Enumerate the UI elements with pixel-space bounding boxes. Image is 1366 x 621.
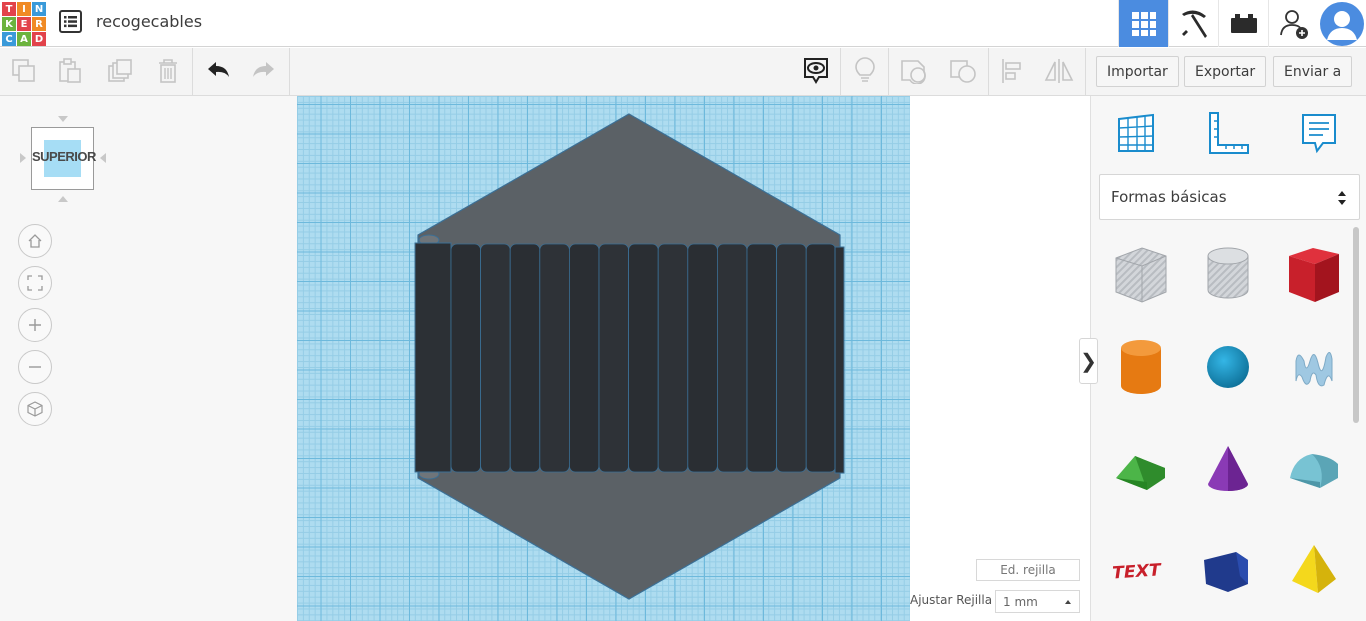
design-title[interactable]: recogecables	[96, 12, 202, 31]
cylinder-shape[interactable]	[1111, 334, 1171, 400]
logo-letter: K	[2, 17, 16, 31]
box-hole-shape[interactable]	[1111, 240, 1171, 306]
mirror-icon[interactable]	[1036, 48, 1082, 94]
lightbulb-icon[interactable]	[842, 48, 888, 94]
box-shape[interactable]	[1284, 240, 1344, 306]
cylinder-ridge	[509, 243, 541, 473]
round-roof-shape[interactable]	[1284, 436, 1344, 502]
shape-category-value: Formas básicas	[1111, 188, 1227, 206]
design-list-icon[interactable]	[59, 10, 82, 33]
cylinder-ridge	[657, 243, 689, 473]
bricks-icon[interactable]	[1218, 0, 1268, 47]
sphere-shape[interactable]	[1198, 334, 1258, 400]
chevron-right-icon: ❯	[1080, 350, 1097, 373]
cylinder-hole-shape[interactable]	[1198, 240, 1258, 306]
toolbar-separator	[840, 48, 841, 95]
copy-icon[interactable]	[1, 48, 47, 94]
collapse-panel-toggle[interactable]: ❯	[1079, 338, 1098, 384]
export-button[interactable]: Exportar	[1184, 56, 1267, 87]
roof-shape[interactable]	[1111, 436, 1171, 502]
perspective-icon[interactable]	[18, 392, 52, 426]
shapes-panel: Formas básicas TEXT	[1090, 96, 1366, 621]
toolbar-separator	[888, 48, 889, 95]
view-controls-panel: SUPERIOR	[0, 96, 297, 621]
workplane-tool-icon[interactable]	[1112, 108, 1160, 158]
user-avatar[interactable]	[1318, 0, 1366, 47]
prism-shape[interactable]	[1198, 536, 1258, 602]
view-cube[interactable]: SUPERIOR	[31, 127, 96, 190]
logo-letter: C	[2, 32, 16, 46]
canvas-right-area	[910, 96, 1090, 621]
app-root: T I N K E R C A D recogecables Importar …	[0, 0, 1366, 621]
cylinder-ridge	[450, 243, 482, 473]
shape-category-select[interactable]: Formas básicas	[1099, 174, 1360, 220]
align-icon[interactable]	[989, 48, 1035, 94]
select-arrows-icon	[1338, 191, 1346, 205]
logo-letter: E	[17, 17, 31, 31]
shapes-scrollbar[interactable]	[1353, 227, 1359, 423]
delete-icon[interactable]	[145, 48, 191, 94]
rotate-right-arrow-icon[interactable]	[100, 153, 106, 163]
redo-icon[interactable]	[241, 48, 287, 94]
group-icon[interactable]	[891, 48, 937, 94]
cylinder-ridge	[539, 243, 570, 473]
dropdown-arrow-icon	[1065, 600, 1071, 604]
top-bar: T I N K E R C A D recogecables	[0, 0, 1366, 47]
cylinder-ridge	[628, 243, 659, 473]
logo-letter: N	[32, 2, 46, 16]
cylinder-ridge	[480, 243, 511, 473]
pickaxe-icon[interactable]	[1168, 0, 1218, 47]
paste-icon[interactable]	[47, 48, 93, 94]
rotate-left-arrow-icon[interactable]	[20, 153, 26, 163]
snap-grid-value: 1 mm	[1003, 594, 1038, 609]
logo-letter: I	[17, 2, 31, 16]
ungroup-icon[interactable]	[940, 48, 986, 94]
snap-grid-select[interactable]: 1 mm	[995, 590, 1080, 613]
cylinder-ridge	[716, 243, 748, 473]
undo-icon[interactable]	[195, 48, 241, 94]
cylinder-ridge	[746, 243, 778, 473]
svg-text:TEXT: TEXT	[1113, 560, 1162, 583]
cylinder-ridge	[568, 243, 600, 473]
notes-tool-icon[interactable]	[1295, 108, 1343, 158]
logo-letter: A	[17, 32, 31, 46]
toolbar-separator	[1085, 48, 1086, 95]
pyramid-shape[interactable]	[1284, 536, 1344, 602]
cylinder-ridge	[598, 243, 630, 473]
logo-letter: D	[32, 32, 46, 46]
view-cube-label: SUPERIOR	[32, 149, 96, 164]
scene-object[interactable]	[297, 96, 910, 621]
zoom-in-icon[interactable]	[18, 308, 52, 342]
logo-letter: R	[32, 17, 46, 31]
snap-grid-label: Ajustar Rejilla	[910, 593, 993, 607]
rotate-up-arrow-icon[interactable]	[58, 116, 68, 122]
cylinder-ridge	[687, 243, 718, 473]
grid-view-icon[interactable]	[1118, 0, 1168, 47]
add-user-icon[interactable]	[1268, 0, 1318, 47]
duplicate-icon[interactable]	[97, 48, 143, 94]
edit-grid-button[interactable]: Ed. rejilla	[976, 559, 1080, 581]
text-shape[interactable]: TEXT	[1111, 536, 1171, 602]
send-to-button[interactable]: Enviar a	[1273, 56, 1353, 87]
fit-view-icon[interactable]	[18, 266, 52, 300]
notes-visibility-icon[interactable]	[793, 48, 839, 94]
import-button[interactable]: Importar	[1096, 56, 1179, 87]
home-view-icon[interactable]	[18, 224, 52, 258]
workplane[interactable]	[297, 96, 910, 621]
cone-shape[interactable]	[1198, 436, 1258, 502]
toolbar-separator	[289, 48, 290, 95]
rotate-down-arrow-icon[interactable]	[58, 196, 68, 202]
zoom-out-icon[interactable]	[18, 350, 52, 384]
edit-toolbar: Importar Exportar Enviar a	[0, 48, 1366, 96]
ruler-tool-icon[interactable]	[1204, 108, 1252, 158]
cylinder-ridge	[805, 243, 837, 473]
scribble-shape[interactable]	[1284, 334, 1344, 400]
cylinder-ridge	[776, 243, 807, 473]
logo-letter: T	[2, 2, 16, 16]
top-right-menu	[1118, 0, 1366, 47]
tinkercad-logo[interactable]: T I N K E R C A D	[2, 2, 46, 46]
toolbar-separator	[192, 48, 193, 95]
